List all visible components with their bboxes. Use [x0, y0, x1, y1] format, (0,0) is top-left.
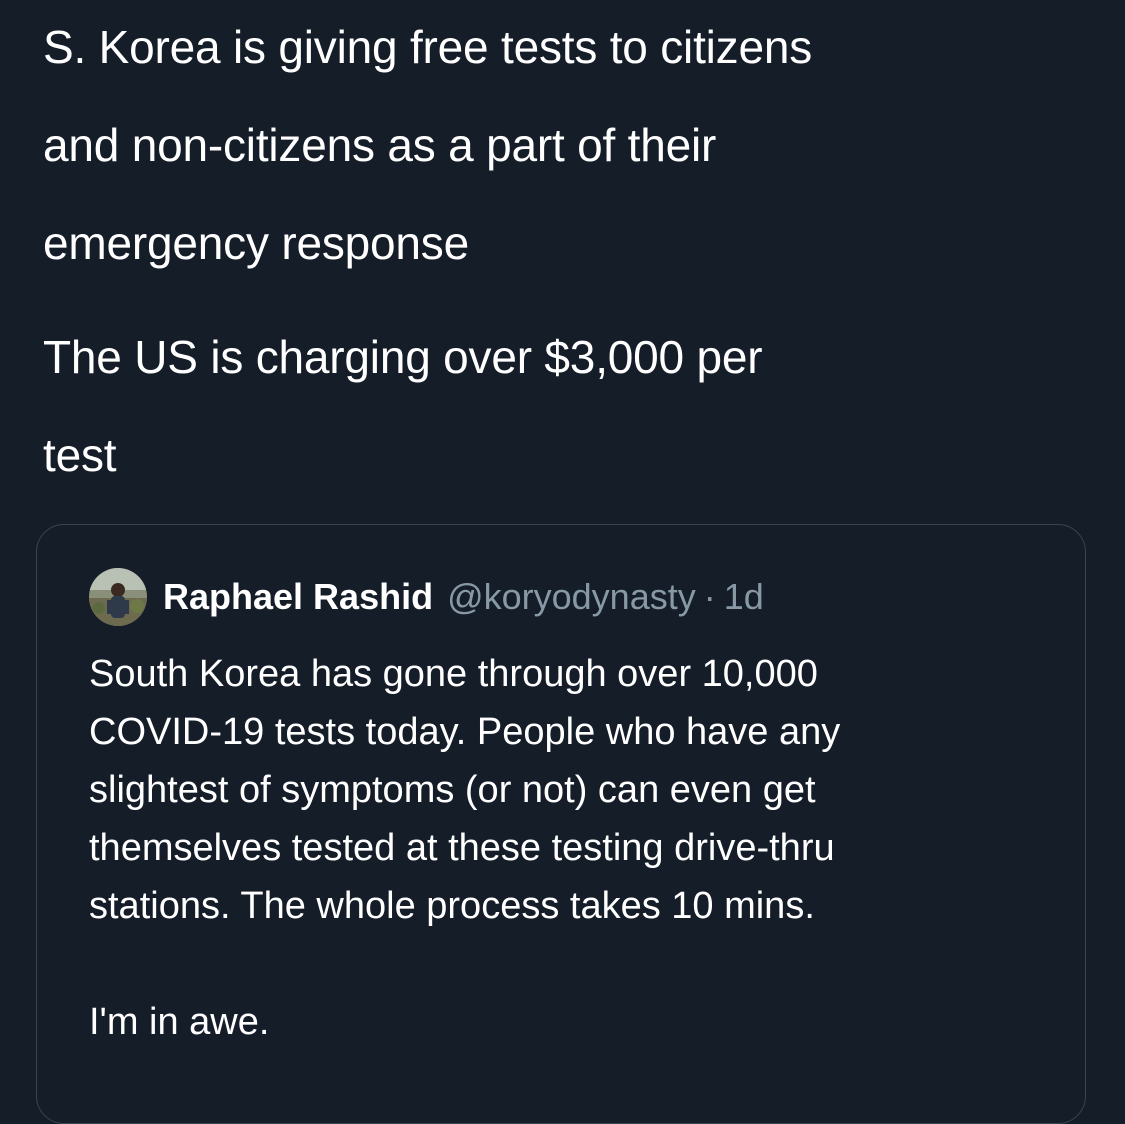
tweet-paragraph-1: S. Korea is giving free tests to citizen… — [43, 0, 1103, 292]
tweet-line: The US is charging over $3,000 per — [43, 331, 763, 383]
quote-closing-line: I'm in awe. — [89, 1001, 270, 1043]
quoted-tweet-card[interactable]: Raphael Rashid @koryodynasty · 1d South … — [36, 524, 1086, 1124]
quote-line: South Korea has gone through over 10,000 — [89, 653, 818, 695]
tweet-line: S. Korea is giving free tests to citizen… — [43, 21, 813, 73]
separator-dot: · — [703, 576, 716, 617]
quoted-tweet-body: South Korea has gone through over 10,000… — [89, 645, 1049, 1051]
tweet-line: emergency response — [43, 217, 469, 269]
tweet-line: and non-citizens as a part of their — [43, 119, 717, 171]
quote-line: COVID-19 tests today. People who have an… — [89, 711, 841, 753]
author-handle[interactable]: @koryodynasty — [447, 576, 696, 618]
timestamp[interactable]: 1d — [724, 576, 764, 618]
tweet-line: test — [43, 429, 117, 481]
quoted-tweet-header: Raphael Rashid @koryodynasty · 1d — [89, 567, 764, 627]
tweet-paragraph-2: The US is charging over $3,000 per test — [43, 308, 1103, 504]
author-name[interactable]: Raphael Rashid — [163, 576, 433, 618]
quote-line: slightest of symptoms (or not) can even … — [89, 769, 816, 811]
avatar-photo-icon — [89, 568, 147, 626]
quote-line: stations. The whole process takes 10 min… — [89, 885, 815, 927]
avatar[interactable] — [89, 568, 147, 626]
quote-line: themselves tested at these testing drive… — [89, 827, 835, 869]
